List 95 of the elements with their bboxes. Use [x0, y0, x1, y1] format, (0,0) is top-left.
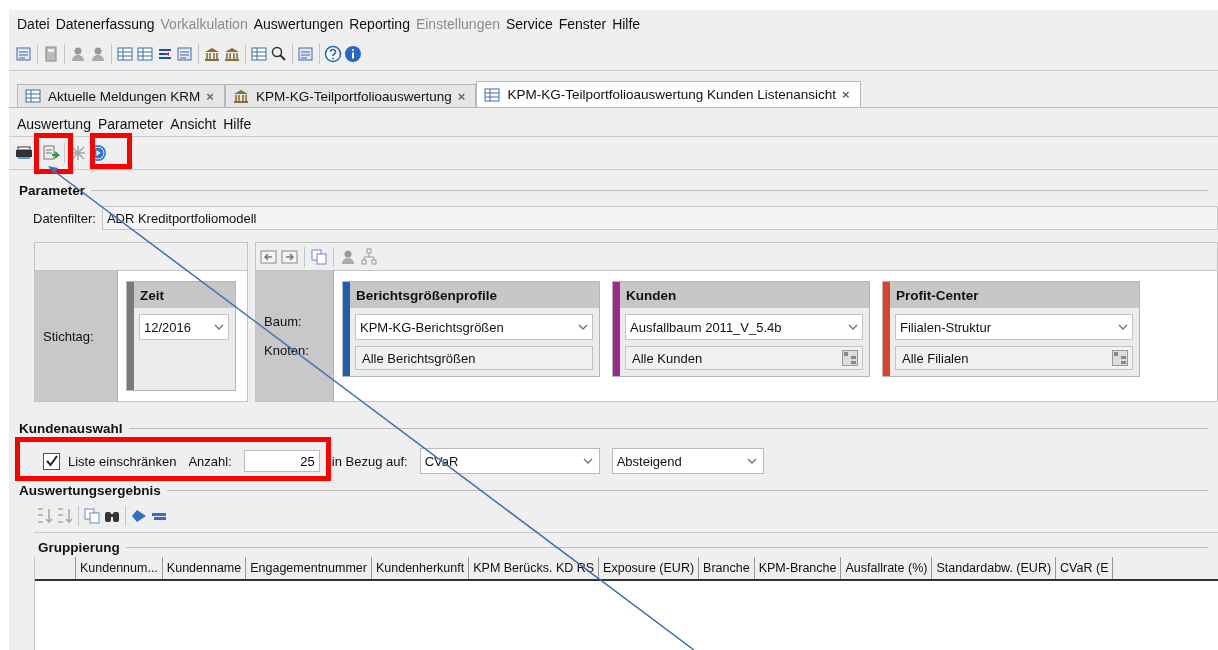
checkbox[interactable] — [43, 452, 60, 470]
sort-ascending-icon[interactable] — [56, 507, 74, 525]
close-icon[interactable]: × — [457, 88, 466, 104]
person-icon[interactable] — [89, 45, 107, 63]
tree-picker-icon[interactable] — [1112, 350, 1128, 366]
card-title: Kunden — [620, 282, 869, 308]
document-icon[interactable] — [297, 45, 315, 63]
order-select[interactable]: Absteigend — [611, 448, 764, 474]
close-icon[interactable]: × — [206, 88, 214, 104]
node-field[interactable]: Alle Berichtsgrößen — [355, 346, 593, 370]
column-header[interactable]: Kundenname — [162, 557, 247, 579]
tab-label: KPM-KG-Teilportfolioauswertung — [255, 88, 452, 104]
column-header[interactable]: Ausfallrate (%) — [841, 557, 933, 579]
table-icon[interactable] — [24, 87, 42, 105]
table-icon[interactable] — [116, 45, 134, 63]
menu-item[interactable]: Auswertung — [17, 116, 91, 134]
column-header[interactable]: KPM-Branche — [754, 557, 842, 579]
tree-combo[interactable]: Ausfallbaum 2011_V_5.4b — [625, 314, 863, 340]
tree-combo[interactable]: Filialen-Struktur — [895, 314, 1133, 340]
section-title: Auswertungsergebnis — [19, 482, 161, 498]
copy-icon[interactable] — [310, 247, 328, 266]
field-label: Anzahl: — [188, 453, 232, 469]
menu-item[interactable]: Auswertungen — [253, 16, 344, 32]
combo-value: 12/2016 — [144, 319, 191, 335]
menu-item[interactable]: Service — [506, 16, 553, 32]
close-icon[interactable]: × — [842, 87, 850, 102]
card-title: Profit-Center — [890, 282, 1139, 308]
column-header[interactable]: Exposure (EUR) — [599, 557, 700, 579]
info-icon[interactable] — [344, 45, 362, 63]
bank-icon[interactable] — [223, 45, 241, 63]
tree-picker-icon[interactable] — [842, 350, 858, 366]
sort-ascending-icon[interactable] — [36, 507, 54, 525]
arrow-left-icon[interactable] — [260, 247, 278, 266]
node-field[interactable]: Alle Filialen — [895, 346, 1133, 370]
node-value: Alle Filialen — [902, 350, 969, 366]
section-title: Kundenauswahl — [19, 420, 123, 436]
calculator-icon[interactable] — [42, 45, 60, 63]
column-header[interactable]: Kundennum... — [76, 557, 163, 579]
table-icon[interactable] — [483, 85, 502, 104]
help-icon[interactable] — [324, 45, 342, 63]
tab-label: KPM-KG-Teilportfolioauswertung Kunden Listenansicht — [507, 87, 837, 102]
person-icon[interactable] — [69, 45, 87, 63]
node-field[interactable]: Alle Kunden — [625, 346, 863, 370]
chevron-down-icon[interactable] — [578, 323, 588, 331]
document-icon[interactable] — [15, 45, 33, 63]
tree-icon[interactable] — [360, 247, 378, 266]
table-icon[interactable] — [136, 45, 154, 63]
expand-icon[interactable] — [130, 507, 148, 525]
menu-item[interactable]: Datenerfassung — [55, 16, 155, 32]
printer-icon[interactable] — [15, 144, 33, 162]
section-title: Gruppierung — [38, 539, 120, 555]
highlight-frame — [34, 133, 73, 174]
node-value: Alle Berichtsgrößen — [362, 350, 476, 366]
date-combo[interactable]: 12/2016 — [139, 314, 229, 340]
chevron-down-icon[interactable] — [1118, 323, 1128, 331]
tab-label: Aktuelle Meldungen KRM — [48, 88, 201, 104]
field-label: in Bezug auf: — [331, 453, 408, 469]
chevron-down-icon[interactable] — [746, 457, 757, 465]
checkbox-label: Liste einschränken — [68, 453, 177, 469]
field-label: Datenfilter: — [33, 210, 96, 226]
bank-icon[interactable] — [231, 87, 250, 105]
tab[interactable]: KPM-KG-Teilportfolioauswertung × — [224, 84, 477, 107]
search-icon[interactable] — [270, 45, 288, 63]
menu-item[interactable]: Hilfe — [223, 116, 252, 134]
tree-combo[interactable]: KPM-KG-Berichtsgrößen — [355, 314, 593, 340]
count-field[interactable]: 25 — [243, 450, 320, 472]
card-title: Berichtsgrößenprofile — [350, 282, 599, 308]
combo-value: Ausfallbaum 2011_V_5.4b — [630, 319, 782, 335]
column-header[interactable]: Branche — [699, 557, 755, 579]
highlight-frame — [90, 133, 132, 169]
field-label: Baum: — [264, 314, 303, 329]
menu-item[interactable]: Fenster — [558, 16, 607, 32]
combo-value: Filialen-Struktur — [900, 319, 992, 335]
menu-item[interactable]: Reporting — [349, 16, 410, 32]
tab[interactable]: KPM-KG-Teilportfolioauswertung Kunden Listenansicht × — [476, 81, 861, 107]
node-value: Alle Kunden — [632, 350, 703, 366]
bank-icon[interactable] — [203, 45, 221, 63]
combo-value: KPM-KG-Berichtsgrößen — [360, 319, 504, 335]
menu-item[interactable]: Ansicht — [170, 116, 217, 134]
field-label: Stichtag: — [43, 328, 95, 344]
menu-item[interactable]: Parameter — [97, 116, 164, 134]
select-value: Absteigend — [616, 453, 682, 469]
card-title: Zeit — [134, 282, 235, 308]
chevron-down-icon[interactable] — [214, 323, 224, 331]
column-header[interactable]: Engagementnummer — [246, 557, 372, 579]
arrow-right-icon[interactable] — [281, 247, 299, 266]
column-header[interactable]: CVaR (E — [1056, 557, 1114, 579]
export-icon[interactable] — [42, 144, 60, 162]
chevron-down-icon[interactable] — [582, 457, 593, 465]
chevron-down-icon[interactable] — [848, 323, 858, 331]
tab[interactable]: Aktuelle Meldungen KRM × — [17, 84, 225, 107]
menu-item[interactable]: Datei — [17, 16, 50, 32]
column-header[interactable]: Kundenherkunft — [371, 557, 470, 579]
menu-item[interactable]: Hilfe — [612, 16, 641, 32]
column-header[interactable]: Standardabw. (EUR) — [932, 557, 1057, 579]
